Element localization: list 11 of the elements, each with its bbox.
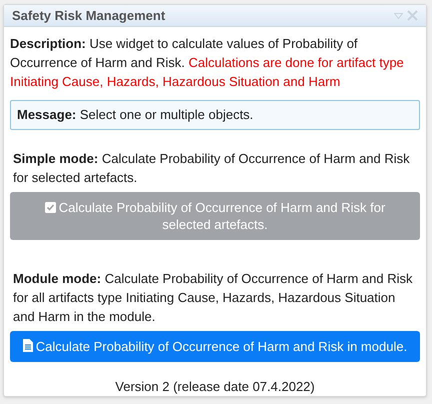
calculate-button[interactable]: Calculate Probability of Occurrence of Harm and Risk in module. [10, 331, 420, 362]
collapse-icon[interactable] [394, 12, 403, 18]
close-icon[interactable] [407, 10, 418, 21]
mode-description: Module mode: Calculate Probability of Occurrence of Harm and Risk for all artifacts type Initiating Cause, Hazards, Hazardous Situation and Harm in the module. [13, 270, 414, 326]
widget-title: Safety Risk Management [12, 6, 166, 25]
version-text: Version 2 (release date 07.4.2022) [114, 378, 316, 396]
document-icon [22, 339, 33, 352]
checkbox-icon [44, 202, 56, 213]
description-text: Description: Use widget to calculate values of Probability of Occurrence of Harm and Risk. Calculations are done for artifact type Initiating Cause, Hazards, Hazardous Situation and Harm [10, 35, 405, 91]
message-box: Message: Select one or multiple objects. [10, 100, 420, 130]
mode-description: Simple mode: Calculate Probability of Occurrence of Harm and Risk for selected artefacts. [13, 150, 411, 187]
